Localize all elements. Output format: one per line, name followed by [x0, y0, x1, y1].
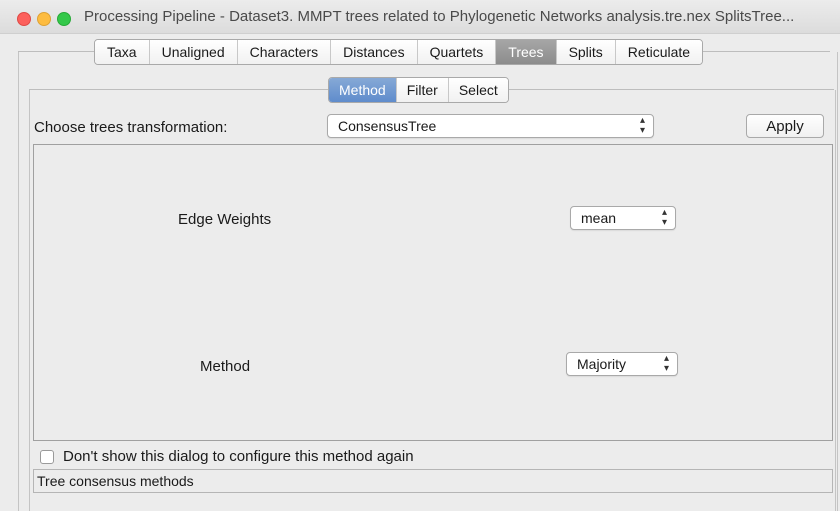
tab-splits[interactable]: Splits [556, 40, 616, 64]
main-tab-bar: Taxa Unaligned Characters Distances Quar… [94, 39, 704, 65]
dont-show-again-row: Don't show this dialog to configure this… [40, 448, 414, 465]
close-window-button[interactable] [17, 12, 31, 26]
method-select[interactable]: Majority ▴ ▾ [566, 352, 678, 376]
tab-unaligned[interactable]: Unaligned [149, 40, 238, 64]
tab-reticulate[interactable]: Reticulate [615, 40, 703, 64]
zoom-window-button[interactable] [57, 12, 71, 26]
tab-trees[interactable]: Trees [496, 40, 557, 64]
tab-method[interactable]: Method [329, 78, 397, 102]
edge-weights-select[interactable]: mean ▴ ▾ [570, 206, 676, 230]
tab-characters[interactable]: Characters [237, 40, 332, 64]
tab-select[interactable]: Select [448, 78, 508, 102]
edge-weights-label: Edge Weights [178, 211, 272, 228]
dont-show-again-label: Don't show this dialog to configure this… [63, 448, 414, 465]
up-down-arrows-icon: ▴ ▾ [639, 115, 645, 136]
tab-taxa[interactable]: Taxa [95, 40, 150, 64]
up-down-arrows-icon: ▴ ▾ [663, 353, 669, 374]
transformation-label: Choose trees transformation: [34, 119, 228, 136]
edge-weights-value: mean [581, 210, 617, 226]
apply-button[interactable]: Apply [746, 114, 824, 138]
tab-distances[interactable]: Distances [331, 40, 418, 64]
minimize-window-button[interactable] [37, 12, 51, 26]
method-label: Method [200, 358, 251, 375]
title-bar: Processing Pipeline - Dataset3. MMPT tre… [0, 0, 840, 34]
status-text: Tree consensus methods [37, 473, 194, 489]
status-bar: Tree consensus methods [33, 469, 833, 493]
transformation-select[interactable]: ConsensusTree ▴ ▾ [327, 114, 654, 138]
sub-tab-bar: Method Filter Select [328, 77, 509, 103]
tab-quartets[interactable]: Quartets [417, 40, 497, 64]
method-options-box [33, 144, 833, 441]
window-title: Processing Pipeline - Dataset3. MMPT tre… [84, 8, 795, 25]
transformation-value: ConsensusTree [338, 118, 437, 134]
tab-filter[interactable]: Filter [396, 78, 449, 102]
up-down-arrows-icon: ▴ ▾ [661, 207, 667, 228]
method-value: Majority [577, 356, 627, 372]
dont-show-again-checkbox[interactable] [40, 449, 54, 464]
